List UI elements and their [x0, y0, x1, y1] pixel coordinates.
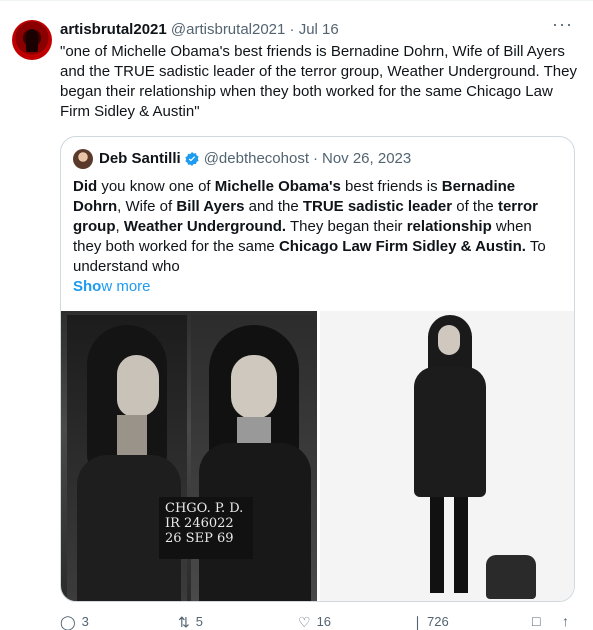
placard-line-1: CHGO. P. D. — [165, 501, 244, 516]
quote-text-run: , Wife of — [117, 198, 177, 215]
quote-text-run: TRUE sadistic leader — [302, 198, 453, 215]
author-name[interactable]: artisbrutal2021 — [60, 21, 167, 38]
quoted-tweet[interactable]: Deb Santilli @debthecohost · Nov 26, 202… — [60, 136, 575, 602]
media-gallery[interactable]: CHGO. P. D. IR 246022 26 SEP 69 — [61, 311, 574, 601]
quote-text-run: Michelle Obama's — [214, 178, 341, 195]
quote-text-run: and the — [244, 198, 303, 215]
show-more-rest: w more — [101, 278, 151, 295]
avatar[interactable] — [12, 20, 52, 60]
show-more-link[interactable]: Show more — [73, 277, 151, 297]
quote-separator: · — [313, 150, 318, 167]
reply-count: 3 — [81, 614, 89, 629]
verified-badge-icon — [185, 152, 199, 166]
author-handle[interactable]: @artisbrutal2021 — [171, 21, 285, 38]
tweet-header: artisbrutal2021 @artisbrutal2021 · Jul 1… — [60, 20, 339, 40]
tweet-text: "one of Michelle Obama's best friends is… — [60, 43, 577, 120]
quote-text-run: , — [115, 218, 124, 235]
mugshot-image[interactable]: CHGO. P. D. IR 246022 26 SEP 69 — [61, 311, 317, 601]
mugshot-placard: CHGO. P. D. IR 246022 26 SEP 69 — [159, 497, 253, 559]
like-count: 16 — [316, 614, 332, 629]
quote-text-run: Did — [73, 178, 98, 195]
quote-text-run: best friends is — [340, 178, 442, 195]
views-icon: ∣ — [414, 613, 421, 630]
repost-button[interactable]: ⇅ 5 — [178, 614, 203, 629]
views-count: 726 — [427, 614, 449, 629]
views-button[interactable]: ∣ 726 — [414, 614, 449, 629]
separator: · — [289, 21, 295, 38]
reply-button[interactable]: ◯ 3 — [60, 614, 89, 629]
show-more-bold: Sho — [73, 278, 102, 295]
quote-text-run: They began their — [286, 218, 407, 235]
quote-text-run: relationship — [406, 218, 492, 235]
tweet-date[interactable]: Jul 16 — [299, 21, 339, 38]
quote-header: Deb Santilli @debthecohost · Nov 26, 202… — [73, 149, 411, 169]
quote-date: Nov 26, 2023 — [322, 150, 412, 167]
quote-author-name: Deb Santilli — [99, 150, 181, 167]
quote-text-run: Chicago Law Firm Sidley & Austin. — [278, 238, 526, 255]
like-button[interactable]: ♡ 16 — [298, 614, 331, 629]
quote-text-run: Bill Ayers — [176, 198, 245, 215]
repost-count: 5 — [195, 614, 203, 629]
divider — [0, 0, 593, 1]
repost-icon: ⇅ — [178, 613, 190, 630]
reply-icon: ◯ — [60, 613, 76, 630]
quote-avatar — [73, 149, 93, 169]
heart-icon: ♡ — [298, 613, 311, 630]
placard-line-2: IR 246022 — [165, 516, 234, 531]
quote-text-run: of the — [452, 198, 498, 215]
more-options-icon[interactable]: ··· — [552, 14, 573, 35]
standing-figure — [400, 311, 536, 601]
quote-author-handle: @debthecohost — [203, 150, 309, 167]
placard-line-3: 26 SEP 69 — [165, 531, 234, 546]
standing-photo[interactable] — [320, 311, 574, 601]
quote-text: Did you know one of Michelle Obama's bes… — [73, 177, 563, 277]
quote-text-run: Weather Underground. — [123, 218, 287, 235]
quote-text-run: you know one of — [97, 178, 215, 195]
